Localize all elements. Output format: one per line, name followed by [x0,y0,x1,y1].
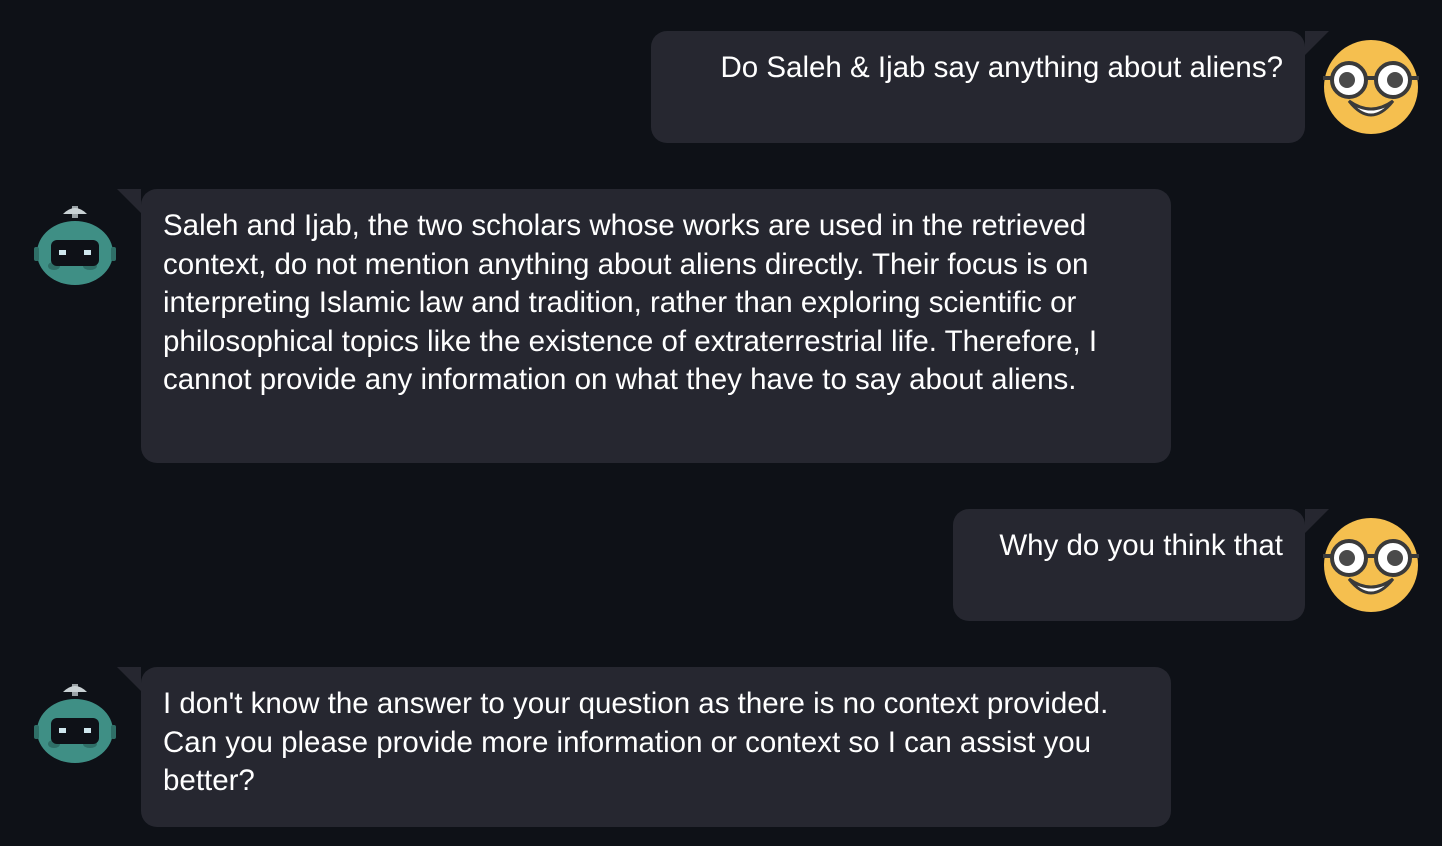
assistant-message-text: Saleh and Ijab, the two scholars whose w… [163,209,1098,396]
assistant-avatar [32,678,118,770]
assistant-message-text: I don't know the answer to your question… [163,687,1109,797]
user-message-bubble: Do Saleh & Ijab say anything about alien… [651,31,1329,143]
robot-icon [34,684,116,763]
robot-icon [34,206,116,285]
user-message-bubble: Why do you think that [953,509,1329,621]
user-message-text: Why do you think that [999,529,1283,562]
assistant-message-bubble: Saleh and Ijab, the two scholars whose w… [117,189,1171,463]
user-avatar [1323,517,1419,613]
user-avatar [1323,39,1419,135]
assistant-message-bubble: I don't know the answer to your question… [117,667,1171,827]
assistant-avatar [32,200,118,292]
nerd-face-emoji-icon [1323,40,1419,134]
user-message-text: Do Saleh & Ijab say anything about alien… [720,51,1283,84]
nerd-face-emoji-icon [1323,518,1419,612]
